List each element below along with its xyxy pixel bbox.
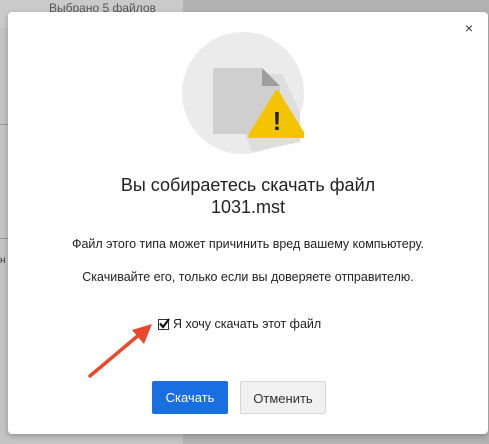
annotation-arrow [88, 324, 152, 378]
download-warning-dialog: × ! Вы собираетесь скачать файл 1031.mst… [8, 12, 488, 434]
close-icon[interactable]: × [462, 21, 476, 35]
warning-text-1: Файл этого типа может причинить вред ваш… [71, 237, 425, 251]
warning-exclamation: ! [273, 106, 282, 136]
consent-label: Я хочу скачать этот файл [173, 317, 322, 331]
consent-checkbox[interactable] [158, 317, 170, 330]
consent-checkbox-row[interactable]: Я хочу скачать этот файл [158, 314, 321, 334]
dialog-title: Вы собираетесь скачать файл [120, 175, 376, 195]
warning-text-2: Скачивайте его, только если вы доверяете… [82, 270, 414, 284]
cancel-button[interactable]: Отменить [240, 381, 326, 414]
file-name: 1031.mst [210, 197, 286, 217]
checkmark-icon [159, 317, 170, 329]
download-button[interactable]: Скачать [152, 381, 228, 414]
file-warning-illustration: ! [182, 32, 304, 154]
